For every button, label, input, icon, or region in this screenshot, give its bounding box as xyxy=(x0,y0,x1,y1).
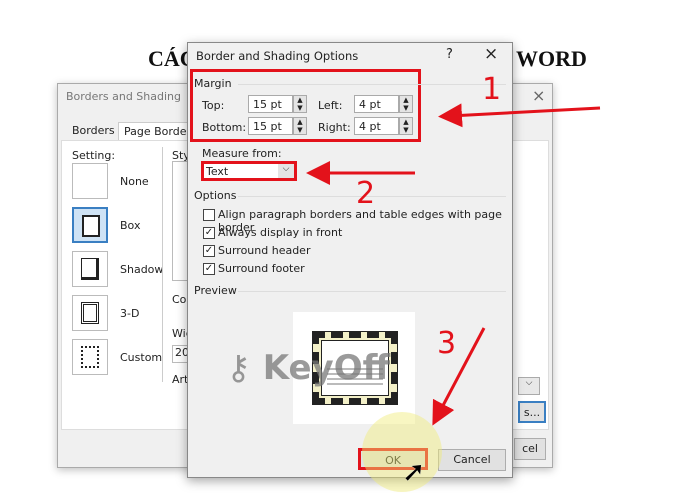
annotation-arrows xyxy=(306,103,601,426)
arrow-step-3 xyxy=(432,327,486,426)
arrow-step-1 xyxy=(438,103,601,128)
